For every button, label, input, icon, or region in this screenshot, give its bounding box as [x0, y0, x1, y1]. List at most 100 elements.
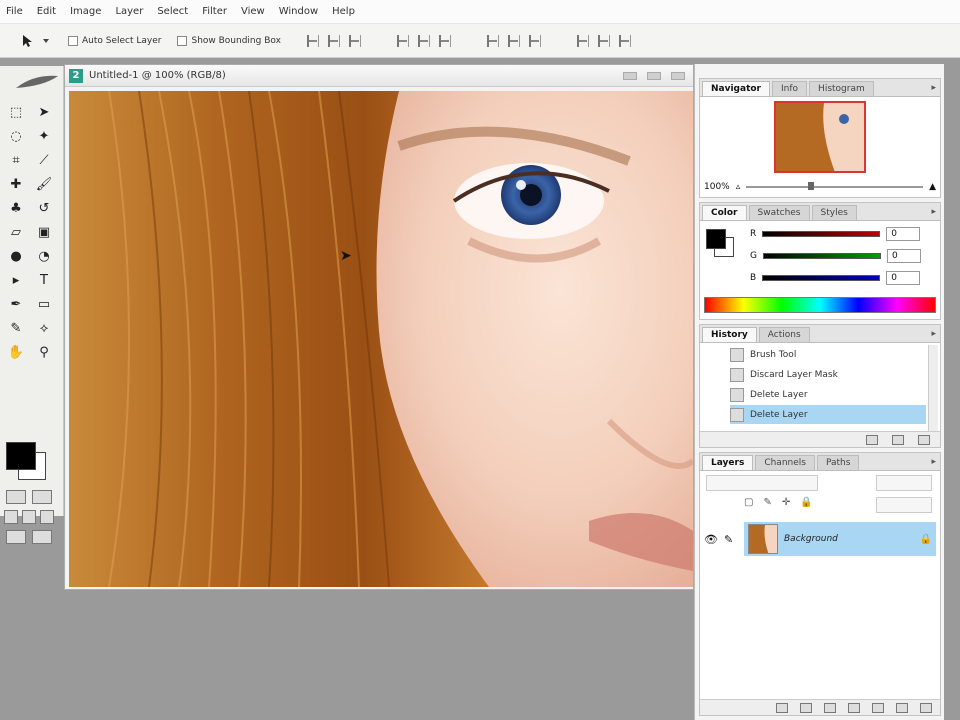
- green-slider[interactable]: [762, 253, 881, 259]
- tab-paths[interactable]: Paths: [816, 455, 860, 470]
- tab-color[interactable]: Color: [702, 205, 747, 220]
- lock-position-icon[interactable]: ✛: [782, 497, 790, 508]
- color-panel-foreground[interactable]: [706, 229, 726, 249]
- clone-stamp-icon[interactable]: ♣: [6, 198, 26, 218]
- navigator-thumbnail[interactable]: [774, 101, 866, 173]
- layer-selected[interactable]: Background 🔒: [744, 522, 936, 556]
- align-right-icon[interactable]: [438, 34, 451, 47]
- tab-history[interactable]: History: [702, 327, 757, 342]
- zoom-in-icon[interactable]: ▲: [929, 182, 936, 192]
- shape-icon[interactable]: ▭: [34, 294, 54, 314]
- dodge-icon[interactable]: ◔: [34, 246, 54, 266]
- healing-brush-icon[interactable]: ✚: [6, 174, 26, 194]
- green-value-input[interactable]: 0: [886, 249, 921, 263]
- tab-channels[interactable]: Channels: [755, 455, 815, 470]
- layer-row[interactable]: 👁 ✎ Background 🔒: [704, 521, 936, 557]
- tab-actions[interactable]: Actions: [758, 327, 810, 342]
- new-snapshot-icon[interactable]: [892, 434, 904, 445]
- tab-swatches[interactable]: Swatches: [748, 205, 810, 220]
- document-title-bar[interactable]: 2 Untitled-1 @ 100% (RGB/8): [65, 65, 693, 87]
- tab-styles[interactable]: Styles: [811, 205, 857, 220]
- opacity-input[interactable]: [876, 475, 932, 491]
- jump-to-imageready-button[interactable]: [6, 530, 26, 544]
- red-value-input[interactable]: 0: [886, 227, 921, 241]
- history-item-selected[interactable]: Delete Layer: [730, 405, 926, 424]
- color-spectrum-bar[interactable]: [704, 297, 936, 313]
- blue-slider[interactable]: [762, 275, 881, 281]
- menu-select[interactable]: Select: [157, 6, 188, 17]
- distribute-right-icon[interactable]: [618, 34, 631, 47]
- trash-icon[interactable]: [918, 434, 930, 445]
- menu-filter[interactable]: Filter: [202, 6, 227, 17]
- check-icon[interactable]: [32, 530, 52, 544]
- panel-menu-icon[interactable]: ▸: [931, 457, 936, 467]
- pen-icon[interactable]: ✒: [6, 294, 26, 314]
- slice-icon[interactable]: ⟋: [34, 150, 54, 170]
- history-item[interactable]: Delete Layer: [730, 385, 926, 404]
- red-slider[interactable]: [762, 231, 881, 237]
- align-top-icon[interactable]: [306, 34, 319, 47]
- eye-icon[interactable]: 👁: [704, 533, 718, 546]
- screen-mode-full-menu-button[interactable]: [22, 510, 36, 524]
- menu-view[interactable]: View: [241, 6, 265, 17]
- menu-layer[interactable]: Layer: [115, 6, 143, 17]
- layer-style-icon[interactable]: [800, 702, 812, 713]
- distribute-left-icon[interactable]: [576, 34, 589, 47]
- tab-navigator[interactable]: Navigator: [702, 81, 770, 96]
- new-layer-icon[interactable]: [896, 702, 908, 713]
- new-group-icon[interactable]: [872, 702, 884, 713]
- align-vcenter-icon[interactable]: [327, 34, 340, 47]
- maximize-button[interactable]: [647, 71, 661, 80]
- menu-window[interactable]: Window: [279, 6, 318, 17]
- tab-layers[interactable]: Layers: [702, 455, 754, 470]
- zoom-percentage[interactable]: 100%: [704, 182, 730, 192]
- magic-wand-icon[interactable]: ✦: [34, 126, 54, 146]
- history-scrollbar[interactable]: [928, 345, 938, 431]
- align-hcenter-icon[interactable]: [417, 34, 430, 47]
- menu-edit[interactable]: Edit: [37, 6, 56, 17]
- move-icon[interactable]: ➤: [34, 102, 54, 122]
- distribute-bottom-icon[interactable]: [528, 34, 541, 47]
- zoom-slider[interactable]: [746, 182, 924, 190]
- image-canvas[interactable]: [69, 91, 693, 587]
- foreground-color-swatch[interactable]: [6, 442, 36, 470]
- distribute-vcenter-icon[interactable]: [507, 34, 520, 47]
- show-bounding-box-checkbox[interactable]: Show Bounding Box: [177, 35, 281, 46]
- notes-icon[interactable]: ✎: [6, 318, 26, 338]
- tab-info[interactable]: Info: [772, 81, 808, 96]
- align-left-icon[interactable]: [396, 34, 409, 47]
- screen-mode-standard-button[interactable]: [4, 510, 18, 524]
- brush-icon[interactable]: 🖌: [34, 174, 54, 194]
- layer-mask-icon[interactable]: [824, 702, 836, 713]
- auto-select-layer-checkbox[interactable]: Auto Select Layer: [68, 35, 161, 46]
- minimize-button[interactable]: [623, 71, 637, 80]
- hand-icon[interactable]: ✋: [6, 342, 26, 362]
- lasso-icon[interactable]: ◌: [6, 126, 26, 146]
- panel-menu-icon[interactable]: ▸: [931, 83, 936, 93]
- tool-preset-picker[interactable]: [20, 30, 60, 52]
- history-item[interactable]: Brush Tool: [730, 345, 926, 364]
- history-item[interactable]: Discard Layer Mask: [730, 365, 926, 384]
- gradient-icon[interactable]: ▣: [34, 222, 54, 242]
- distribute-top-icon[interactable]: [486, 34, 499, 47]
- trash-icon[interactable]: [920, 702, 932, 713]
- lock-all-icon[interactable]: 🔒: [800, 497, 812, 508]
- standard-mode-button[interactable]: [6, 490, 26, 504]
- brush-link-icon[interactable]: ✎: [724, 533, 738, 546]
- eraser-icon[interactable]: ▱: [6, 222, 26, 242]
- adjustment-layer-icon[interactable]: [848, 702, 860, 713]
- lock-pixels-icon[interactable]: ✎: [763, 497, 771, 508]
- zoom-icon[interactable]: ⚲: [34, 342, 54, 362]
- menu-file[interactable]: File: [6, 6, 23, 17]
- marquee-icon[interactable]: ⬚: [6, 102, 26, 122]
- tab-histogram[interactable]: Histogram: [809, 81, 874, 96]
- lock-transparency-icon[interactable]: ▢: [744, 497, 753, 508]
- type-icon[interactable]: T: [34, 270, 54, 290]
- blur-icon[interactable]: ●: [6, 246, 26, 266]
- history-brush-icon[interactable]: ↺: [34, 198, 54, 218]
- zoom-slider-handle[interactable]: [808, 182, 815, 190]
- crop-icon[interactable]: ⌗: [6, 150, 26, 170]
- distribute-hcenter-icon[interactable]: [597, 34, 610, 47]
- menu-image[interactable]: Image: [70, 6, 101, 17]
- blend-mode-select[interactable]: [706, 475, 818, 491]
